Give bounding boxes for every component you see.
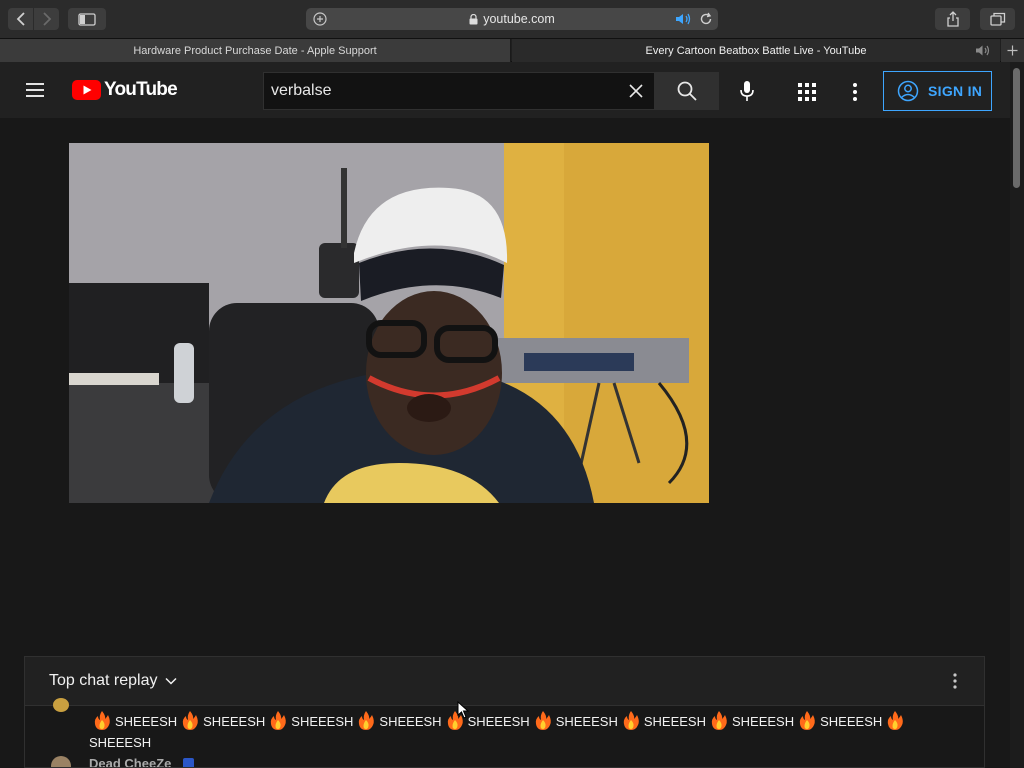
sidebar-icon bbox=[78, 12, 96, 26]
video-frame-image bbox=[69, 143, 709, 503]
avatar bbox=[51, 756, 71, 767]
video-player[interactable] bbox=[69, 143, 709, 503]
live-chat-panel: Top chat replay SHEEESH SHEEESH SHEEESH SHE… bbox=[24, 656, 985, 768]
page-scrollbar[interactable] bbox=[1010, 62, 1024, 768]
tab-bar: Hardware Product Purchase Date - Apple S… bbox=[0, 38, 1024, 62]
fire-emoji-icon bbox=[798, 710, 816, 731]
chat-word: SHEEESH bbox=[203, 714, 266, 729]
scrollbar-thumb[interactable] bbox=[1013, 68, 1020, 188]
clear-search-icon[interactable] bbox=[628, 83, 644, 99]
chat-message: SHEEESH SHEEESH SHEEESH SHEEESH SHEEESH SHEEE… bbox=[89, 710, 949, 753]
avatar bbox=[53, 698, 69, 712]
tab-apple-support[interactable]: Hardware Product Purchase Date - Apple S… bbox=[0, 39, 511, 62]
back-button[interactable] bbox=[8, 8, 33, 30]
chat-mode-selector[interactable]: Top chat replay bbox=[49, 672, 158, 690]
search-input[interactable] bbox=[264, 82, 604, 100]
chevron-down-icon[interactable] bbox=[164, 674, 178, 688]
youtube-header: YouTube SIGN IN bbox=[0, 62, 1010, 118]
share-icon bbox=[946, 11, 959, 27]
speaker-icon[interactable] bbox=[675, 12, 693, 26]
chat-author: Dead CheeZe bbox=[89, 756, 172, 768]
chat-word: SHEEESH bbox=[291, 714, 354, 729]
hamburger-menu-icon[interactable] bbox=[25, 82, 45, 98]
chat-word: SHEEESH bbox=[555, 714, 618, 729]
tab-title: Every Cartoon Beatbox Battle Live - YouT… bbox=[645, 44, 867, 57]
chat-header: Top chat replay bbox=[25, 657, 984, 706]
chat-word: SHEEESH bbox=[731, 714, 795, 729]
forward-button[interactable] bbox=[34, 8, 59, 30]
youtube-play-logo-icon bbox=[72, 80, 101, 100]
more-vertical-icon[interactable] bbox=[843, 80, 867, 104]
chevron-right-icon bbox=[42, 12, 51, 26]
tabs-overview-icon bbox=[989, 12, 1005, 26]
show-tabs-button[interactable] bbox=[980, 8, 1015, 30]
logo-text: YouTube bbox=[104, 79, 178, 100]
fire-emoji-icon bbox=[710, 710, 728, 731]
chevron-left-icon bbox=[16, 12, 25, 26]
chat-messages: SHEEESH SHEEESH SHEEESH SHEEESH SHEEESH SHEEE… bbox=[25, 698, 984, 768]
address-bar[interactable]: youtube.com bbox=[306, 8, 718, 30]
chat-word: SHEEESH bbox=[467, 714, 530, 729]
chat-word: SHEEESH bbox=[115, 714, 178, 729]
account-circle-icon bbox=[897, 80, 919, 102]
chat-word: SHEEESH bbox=[379, 714, 442, 729]
fire-emoji-icon bbox=[269, 710, 287, 731]
search-box[interactable] bbox=[263, 72, 655, 110]
voice-search-button[interactable] bbox=[734, 77, 760, 105]
browser-toolbar: youtube.com bbox=[0, 0, 1024, 38]
member-badge-icon bbox=[183, 758, 194, 767]
chat-word: SHEEESH bbox=[820, 714, 883, 729]
fire-emoji-icon bbox=[886, 710, 904, 731]
share-button[interactable] bbox=[935, 8, 970, 30]
search-button[interactable] bbox=[655, 72, 719, 110]
more-vertical-icon[interactable] bbox=[945, 671, 965, 691]
sign-in-label: SIGN IN bbox=[928, 83, 983, 99]
tab-speaker-icon[interactable] bbox=[975, 44, 993, 57]
youtube-logo[interactable]: YouTube bbox=[72, 79, 178, 101]
tab-title: Hardware Product Purchase Date - Apple S… bbox=[133, 44, 377, 57]
chat-word: SHEEESH bbox=[643, 714, 706, 729]
address-text: youtube.com bbox=[483, 12, 555, 26]
microphone-icon bbox=[740, 81, 754, 101]
sign-in-button[interactable]: SIGN IN bbox=[883, 71, 992, 111]
chat-word: SHEEESH bbox=[89, 735, 152, 750]
plus-circle-icon[interactable] bbox=[312, 11, 328, 27]
plus-icon bbox=[1007, 45, 1018, 56]
fire-emoji-icon bbox=[93, 710, 111, 731]
fire-emoji-icon bbox=[357, 710, 375, 731]
sidebar-toggle-button[interactable] bbox=[68, 8, 106, 30]
fire-emoji-icon bbox=[181, 710, 199, 731]
watch-page: Top chat replay SHEEESH SHEEESH SHEEESH SHE… bbox=[0, 118, 1010, 768]
tab-youtube[interactable]: Every Cartoon Beatbox Battle Live - YouT… bbox=[512, 39, 1000, 62]
mouse-cursor-icon bbox=[457, 701, 469, 719]
fire-emoji-icon bbox=[534, 710, 552, 731]
reload-icon[interactable] bbox=[698, 11, 714, 27]
new-tab-button[interactable] bbox=[1001, 39, 1024, 62]
lock-icon bbox=[469, 13, 478, 24]
apps-grid-icon[interactable] bbox=[795, 80, 819, 104]
fire-emoji-icon bbox=[622, 710, 640, 731]
search-icon bbox=[677, 81, 697, 101]
